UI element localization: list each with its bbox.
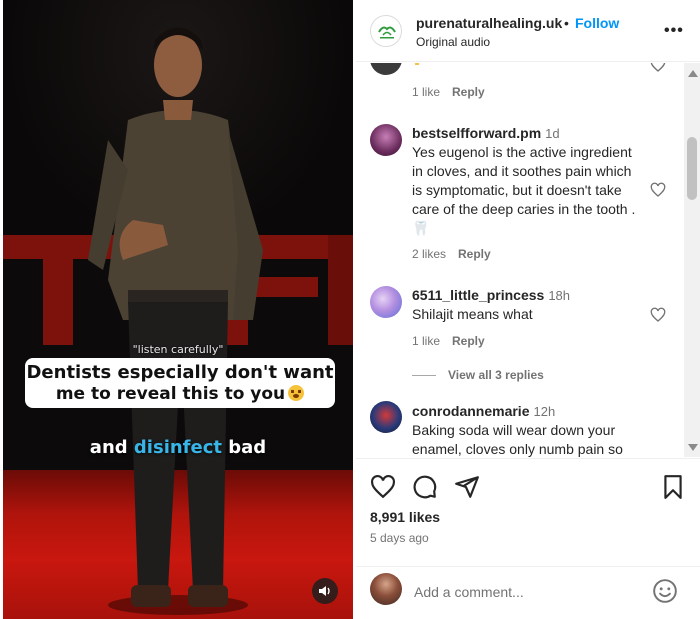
post-sidebar: purenaturalhealing.uk • Follow Original … [356,0,700,619]
leaf-logo-icon [378,26,396,39]
comment-meta: 2 likes Reply [412,247,491,261]
view-replies-button[interactable]: View all 3 replies [412,368,544,382]
shocked-face-emoji-icon [288,385,305,401]
scroll-up-arrow-icon[interactable] [688,70,698,77]
comment-input[interactable] [414,581,644,603]
avatar[interactable] [370,286,402,318]
avatar[interactable] [370,401,402,433]
caption-line-2: me to reveal this to you [25,384,335,404]
like-comment-heart-icon[interactable] [650,63,666,73]
scrollbar-thumb[interactable] [687,137,697,200]
reply-button[interactable]: Reply [452,334,485,348]
emoji-picker-icon[interactable] [652,578,678,604]
comment-timestamp: 1d [545,126,560,141]
audio-label[interactable]: Original audio [416,35,490,49]
comment-like-count[interactable]: 1 like [412,334,440,348]
comment-username[interactable]: conrodannemarie 12h [412,403,555,419]
comment-text: Shilajit means what [412,306,533,322]
comment-username[interactable]: 6511_little_princess 18h [412,287,570,303]
caption-small-text: "listen carefully" [132,343,224,356]
scroll-down-arrow-icon[interactable] [688,444,698,451]
more-options-button[interactable]: ••• [664,22,684,39]
comments-list[interactable]: 1 like Reply bestselfforward.pm 1d Yes eug… [356,63,700,457]
reply-button[interactable]: Reply [452,85,485,99]
caption-line-1: Dentists especially don't want [26,362,334,383]
like-comment-heart-icon[interactable] [650,307,666,323]
account-avatar[interactable] [370,15,402,47]
avatar[interactable] [370,63,402,75]
mute-button[interactable] [312,578,338,604]
follow-button[interactable]: Follow [575,15,619,31]
comment-timestamp: 18h [548,288,571,303]
comment-meta: 1 like Reply [412,334,485,348]
comment-like-count[interactable]: 1 like [412,85,440,99]
speaker-figure [88,27,263,615]
post-header: purenaturalhealing.uk • Follow Original … [356,0,700,62]
comment-text: Baking soda will wear down your enamel, … [412,422,623,457]
comment-meta: 1 like Reply [412,85,485,99]
reel-video[interactable]: "listen carefully" Dentists especially d… [3,0,353,619]
avatar[interactable] [370,124,402,156]
caption-box: Dentists especially don't want me to rev… [25,358,335,408]
reply-button[interactable]: Reply [458,247,491,261]
speaker-icon [319,586,330,596]
comment-text: Yes eugenol is the active ingredient in … [412,144,636,236]
comment-username[interactable]: bestselfforward.pm 1d [412,125,560,141]
likes-count[interactable]: 8,991 likes [370,509,440,525]
comment-like-count[interactable]: 2 likes [412,247,446,261]
hand-emoji-icon [414,63,420,65]
save-bookmark-icon[interactable] [660,474,686,500]
post-timestamp: 5 days ago [370,531,429,545]
comment-bubble-icon[interactable] [412,474,438,500]
account-username[interactable]: purenaturalhealing.uk [416,15,562,31]
like-heart-icon[interactable] [370,474,396,500]
reply-thread-line [412,375,436,377]
share-paper-plane-icon[interactable] [454,474,480,500]
comment-timestamp: 12h [533,404,556,419]
header-separator: • [564,15,569,31]
like-comment-heart-icon[interactable] [650,182,666,198]
avatar [370,573,402,605]
comments-scrollbar[interactable] [684,63,700,457]
caption-bottom-text: and disinfect bad [89,437,267,458]
